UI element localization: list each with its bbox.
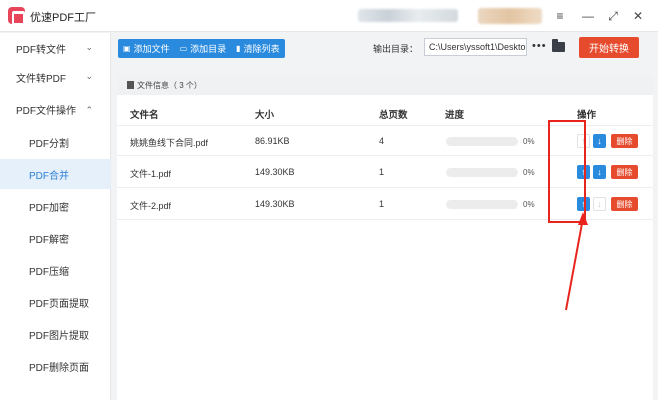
annotation-arrow [565, 212, 588, 311]
